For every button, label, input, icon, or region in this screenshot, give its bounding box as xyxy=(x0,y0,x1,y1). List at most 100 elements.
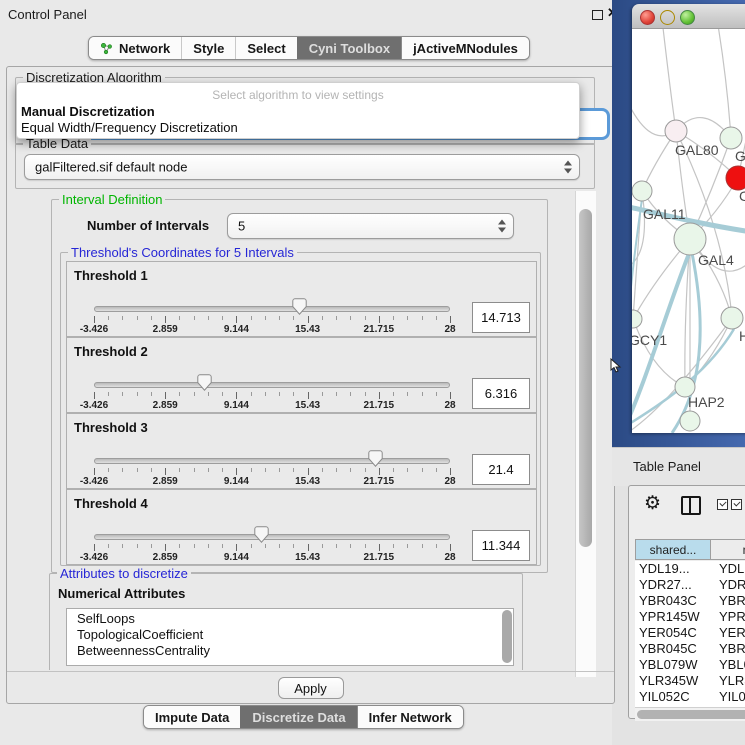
cell-name[interactable]: YBR0 xyxy=(713,593,745,609)
scrollbar-thumb[interactable] xyxy=(579,209,592,547)
minor-tick xyxy=(279,468,280,472)
slider-track[interactable] xyxy=(94,382,450,388)
column-header-shared-name[interactable]: shared... xyxy=(635,539,711,560)
cell-shared-name[interactable]: YIL052C xyxy=(635,689,713,705)
minor-tick xyxy=(407,468,408,472)
table-row[interactable]: YLR345WYLR3 xyxy=(635,673,745,689)
tab-discretize-data[interactable]: Discretize Data xyxy=(240,706,356,728)
network-node-h[interactable] xyxy=(721,307,743,329)
threshold-value-field[interactable]: 11.344 xyxy=(472,530,530,561)
table-row[interactable]: YPR145WYPR1 xyxy=(635,609,745,625)
cell-shared-name[interactable]: YBR043C xyxy=(635,593,713,609)
slider-track[interactable] xyxy=(94,534,450,540)
network-node-gal11[interactable] xyxy=(632,181,652,201)
network-node-gal4[interactable] xyxy=(674,223,706,255)
threshold-slider[interactable]: -3.4262.8599.14415.4321.71528 xyxy=(94,490,450,564)
network-node-gcy1[interactable] xyxy=(632,310,642,328)
apply-button[interactable]: Apply xyxy=(278,677,344,699)
zoom-traffic-light-icon[interactable] xyxy=(680,10,695,25)
numerical-attributes-list[interactable]: SelfLoopsTopologicalCoefficientBetweenne… xyxy=(66,608,514,666)
checkbox-icon[interactable] xyxy=(731,499,742,510)
minor-tick xyxy=(322,544,323,548)
cell-name[interactable]: YDL1 xyxy=(713,561,745,577)
cell-name[interactable]: YIL0 xyxy=(713,689,745,705)
close-traffic-light-icon[interactable] xyxy=(640,10,655,25)
cell-name[interactable]: YBR0 xyxy=(713,641,745,657)
network-node-ga[interactable] xyxy=(720,127,742,149)
tab-style[interactable]: Style xyxy=(181,37,235,59)
minor-tick xyxy=(436,468,437,472)
network-node[interactable] xyxy=(680,411,700,431)
threshold-value-field[interactable]: 6.316 xyxy=(472,378,530,409)
slider-track[interactable] xyxy=(94,306,450,312)
threshold-value-field[interactable]: 14.713 xyxy=(472,302,530,333)
number-of-intervals-combobox[interactable]: 5 xyxy=(227,213,514,239)
table-row[interactable]: YDL19...YDL1 xyxy=(635,561,745,577)
network-canvas[interactable]: GAL80GACGAL11GAL4GCY1HHAP2 xyxy=(632,29,745,433)
tab-jactivemnodules[interactable]: jActiveMNodules xyxy=(401,37,529,59)
apply-bar: Apply xyxy=(7,671,614,703)
slider-thumb[interactable] xyxy=(254,526,269,543)
slider-thumb[interactable] xyxy=(197,374,212,391)
settings-scrollbar[interactable] xyxy=(575,191,596,677)
tab-cyni-toolbox[interactable]: Cyni Toolbox xyxy=(297,37,401,59)
cell-shared-name[interactable]: YER054C xyxy=(635,625,713,641)
cell-name[interactable]: YER0 xyxy=(713,625,745,641)
table-row[interactable]: YER054CYER0 xyxy=(635,625,745,641)
table-data-combobox[interactable]: galFiltered.sif default node xyxy=(24,154,580,180)
scrollbar-thumb[interactable] xyxy=(637,710,745,719)
minimize-traffic-light-icon[interactable] xyxy=(660,10,675,25)
list-item-selfloops[interactable]: SelfLoops xyxy=(67,611,513,627)
threshold-value-field[interactable]: 21.4 xyxy=(472,454,530,485)
dropdown-option-manual-discretization[interactable]: Manual Discretization xyxy=(21,104,155,119)
table-row[interactable]: YBL079WYBL0 xyxy=(635,657,745,673)
list-scrollbar[interactable] xyxy=(502,610,512,663)
slider-thumb[interactable] xyxy=(292,298,307,315)
network-edge[interactable] xyxy=(717,29,731,138)
threshold-slider[interactable]: -3.4262.8599.14415.4321.71528 xyxy=(94,262,450,336)
table-row[interactable]: YDR27...YDR2 xyxy=(635,577,745,593)
checkbox-icon[interactable] xyxy=(717,499,728,510)
network-edge[interactable] xyxy=(633,319,685,387)
network-edge[interactable] xyxy=(662,29,676,131)
tab-select[interactable]: Select xyxy=(235,37,296,59)
cell-shared-name[interactable]: YLR345W xyxy=(635,673,713,689)
network-node-gal80[interactable] xyxy=(665,120,687,142)
window-title: Control Panel xyxy=(8,7,87,22)
table-row[interactable]: YIL052CYIL0 xyxy=(635,689,745,705)
split-columns-icon[interactable] xyxy=(681,496,701,515)
cell-shared-name[interactable]: YBR045C xyxy=(635,641,713,657)
dropdown-option-equal-width-frequency[interactable]: Equal Width/Frequency Discretization xyxy=(21,120,238,135)
cell-shared-name[interactable]: YBL079W xyxy=(635,657,713,673)
network-node-c[interactable] xyxy=(726,166,745,190)
tick-label: 9.144 xyxy=(224,476,249,487)
cell-name[interactable]: YLR3 xyxy=(713,673,745,689)
cell-name[interactable]: YDR2 xyxy=(713,577,745,593)
tab-infer-network[interactable]: Infer Network xyxy=(357,706,463,728)
node-label: C xyxy=(739,188,745,204)
gear-icon[interactable]: ⚙ xyxy=(644,492,661,515)
tab-impute-data[interactable]: Impute Data xyxy=(144,706,240,728)
cell-shared-name[interactable]: YDR27... xyxy=(635,577,713,593)
column-header-name[interactable]: n... xyxy=(711,539,745,560)
threshold-slider[interactable]: -3.4262.8599.14415.4321.71528 xyxy=(94,338,450,412)
tab-network[interactable]: Network xyxy=(89,37,181,59)
threshold-slider[interactable]: -3.4262.8599.14415.4321.71528 xyxy=(94,414,450,488)
cell-shared-name[interactable]: YDL19... xyxy=(635,561,713,577)
table-row[interactable]: YBR043CYBR0 xyxy=(635,593,745,609)
slider-thumb[interactable] xyxy=(368,450,383,467)
table-horizontal-scrollbar[interactable] xyxy=(635,707,745,721)
minor-tick xyxy=(122,316,123,320)
minor-tick xyxy=(336,392,337,396)
list-item-topologicalcoefficient[interactable]: TopologicalCoefficient xyxy=(67,627,513,643)
list-item-betweennesscentrality[interactable]: BetweennessCentrality xyxy=(67,643,513,659)
slider-track[interactable] xyxy=(94,458,450,464)
float-window-icon[interactable] xyxy=(592,10,603,20)
cell-name[interactable]: YPR1 xyxy=(713,609,745,625)
minor-tick xyxy=(436,544,437,548)
minor-tick xyxy=(194,468,195,472)
group-label: Attributes to discretize xyxy=(57,566,191,581)
cell-name[interactable]: YBL0 xyxy=(713,657,745,673)
cell-shared-name[interactable]: YPR145W xyxy=(635,609,713,625)
table-row[interactable]: YBR045CYBR0 xyxy=(635,641,745,657)
